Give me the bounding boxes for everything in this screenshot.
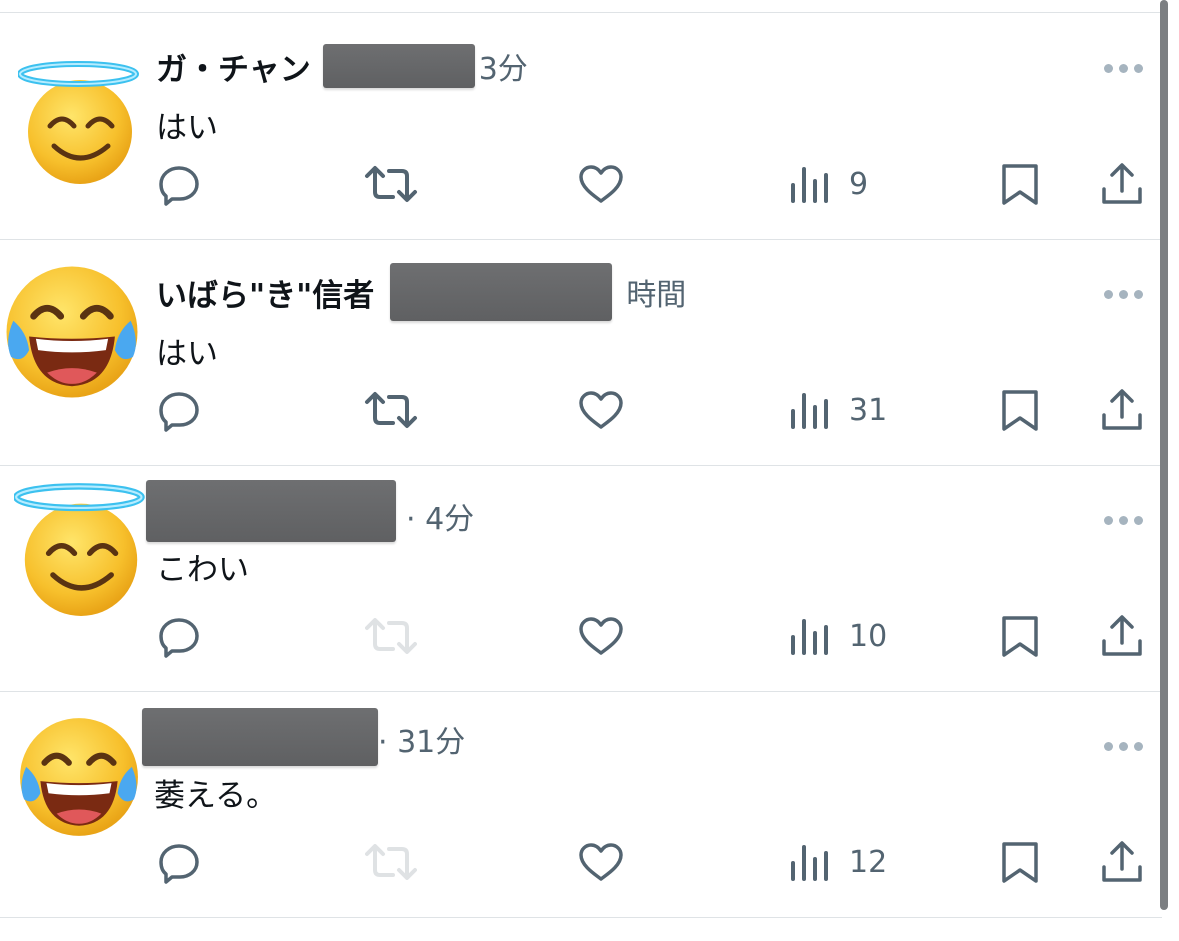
more-icon[interactable] [1104, 290, 1143, 299]
action-bar: 12 [0, 832, 1162, 892]
views-button[interactable]: 9 [789, 154, 868, 214]
post-text: はい [156, 110, 218, 146]
redacted-handle [322, 44, 475, 88]
post-time[interactable]: · 31分 [378, 717, 465, 761]
action-bar: 31 [0, 380, 1162, 440]
display-name[interactable]: ガ・チャン [156, 44, 311, 89]
post-time[interactable]: · 4分 [406, 494, 474, 538]
share-icon [1102, 163, 1142, 204]
views-count: 10 [849, 618, 888, 654]
bookmark-button[interactable] [997, 606, 1043, 666]
like-button[interactable] [576, 380, 626, 440]
views-icon [791, 845, 828, 881]
views-count: 9 [849, 166, 869, 202]
avatar-face-with-tears-of-joy[interactable] [16, 714, 142, 840]
share-button[interactable] [1099, 606, 1145, 666]
like-button[interactable] [576, 832, 626, 892]
post-text: はい [156, 336, 218, 372]
repost-button[interactable] [363, 154, 419, 214]
repost-button-disabled [363, 606, 419, 666]
post-3[interactable]: · 4分 こわい 10 [0, 466, 1162, 692]
post-header: いばら"き"信者 時間 [156, 263, 686, 321]
post-text: 萎える。 [154, 778, 278, 814]
more-icon[interactable] [1104, 64, 1143, 73]
action-bar: 9 [0, 154, 1162, 214]
like-icon [579, 165, 623, 203]
smiling-face-with-halo-icon [14, 482, 148, 616]
like-button[interactable] [576, 154, 626, 214]
post-1[interactable]: ガ・チャン 3分 はい 9 [0, 14, 1162, 240]
views-icon [791, 393, 828, 429]
post-4[interactable]: · 31分 萎える。 12 [0, 692, 1162, 918]
reply-icon [159, 166, 199, 206]
views-icon [791, 167, 828, 203]
display-name[interactable]: いばら"き"信者 [156, 270, 374, 315]
repost-icon [365, 392, 417, 428]
views-count: 12 [849, 844, 888, 880]
reply-button[interactable] [156, 832, 202, 892]
repost-icon [365, 618, 417, 654]
repost-icon [365, 166, 417, 202]
bookmark-icon [1002, 616, 1038, 657]
bookmark-icon [1002, 164, 1038, 205]
repost-icon [365, 844, 417, 880]
views-button[interactable]: 31 [789, 380, 887, 440]
bookmark-button[interactable] [997, 380, 1043, 440]
redacted-name [146, 480, 396, 542]
post-text: こわい [156, 552, 249, 588]
post-header: ガ・チャン 3分 [156, 44, 528, 88]
action-bar: 10 [0, 606, 1162, 666]
redacted-name [142, 708, 378, 766]
reply-icon [159, 392, 199, 432]
bookmark-button[interactable] [997, 832, 1043, 892]
bookmark-button[interactable] [997, 154, 1043, 214]
like-icon [579, 617, 623, 655]
post-time[interactable]: 3分 [479, 44, 528, 88]
share-icon [1102, 615, 1142, 656]
reply-icon [159, 618, 199, 658]
face-with-tears-of-joy-icon [16, 714, 142, 840]
scrollbar[interactable] [1160, 0, 1168, 910]
repost-button-disabled [363, 832, 419, 892]
share-button[interactable] [1099, 154, 1145, 214]
views-count: 31 [849, 392, 888, 428]
views-icon [791, 619, 828, 655]
views-button[interactable]: 10 [789, 606, 887, 666]
share-button[interactable] [1099, 380, 1145, 440]
views-button[interactable]: 12 [789, 832, 887, 892]
post-2[interactable]: いばら"き"信者 時間 はい 31 [0, 240, 1162, 466]
reply-icon [159, 844, 199, 884]
reply-button[interactable] [156, 606, 202, 666]
like-button[interactable] [576, 606, 626, 666]
share-button[interactable] [1099, 832, 1145, 892]
post-time[interactable]: 時間 [626, 270, 686, 314]
more-icon[interactable] [1104, 742, 1143, 751]
post-header: · 31分 [142, 706, 465, 768]
bookmark-icon [1002, 842, 1038, 883]
top-divider [0, 12, 1162, 13]
bookmark-icon [1002, 390, 1038, 431]
like-icon [579, 391, 623, 429]
like-icon [579, 843, 623, 881]
more-icon[interactable] [1104, 516, 1143, 525]
reply-button[interactable] [156, 154, 202, 214]
share-icon [1102, 841, 1142, 882]
share-icon [1102, 389, 1142, 430]
reply-button[interactable] [156, 380, 202, 440]
repost-button[interactable] [363, 380, 419, 440]
avatar-smiling-face-with-halo[interactable] [14, 482, 148, 616]
post-header: · 4分 [146, 478, 474, 544]
redacted-handle [390, 263, 613, 321]
